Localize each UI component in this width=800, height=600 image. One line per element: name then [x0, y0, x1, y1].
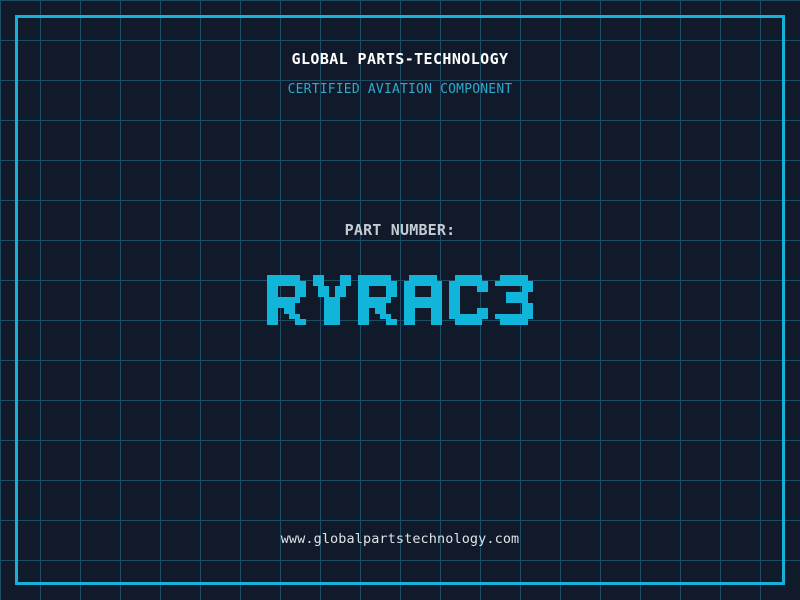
part-number-label: PART NUMBER:	[344, 221, 456, 239]
company-name: GLOBAL PARTS-TECHNOLOGY	[291, 50, 509, 68]
certification-label: CERTIFIED AVIATION COMPONENT	[287, 82, 513, 97]
part-number-value	[0, 275, 800, 325]
certificate-page: GLOBAL PARTS-TECHNOLOGY CERTIFIED AVIATI…	[0, 0, 800, 600]
website-url: www.globalpartstechnology.com	[280, 531, 520, 547]
